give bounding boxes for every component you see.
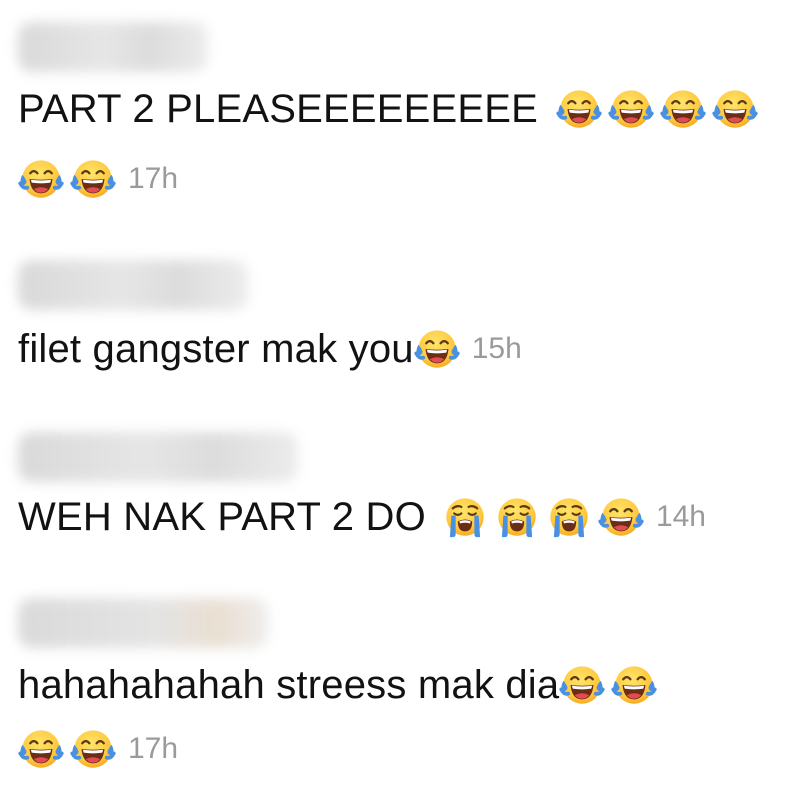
comment-text-line: PART 2 PLEASEEEEEEEEE [18, 86, 758, 132]
laughing-tears-emoji-icon [18, 726, 64, 772]
laughing-tears-emoji-icon [559, 662, 605, 708]
comment-timestamp: 15h [471, 332, 522, 365]
comment-text-line: filet gangster mak you 15h [18, 326, 522, 372]
comment-text: filet gangster mak you [18, 326, 414, 371]
laughing-tears-emoji-icon [712, 86, 758, 132]
comment-text-line: hahahahahah streess mak dia [18, 662, 657, 708]
laughing-tears-emoji-icon [18, 156, 64, 202]
laughing-tears-emoji-icon [70, 156, 116, 202]
laughing-tears-emoji-icon [660, 86, 706, 132]
comment-text-line: 17h [18, 726, 178, 772]
username-blurred[interactable] [18, 260, 248, 310]
username-blurred[interactable] [18, 22, 208, 72]
loudly-crying-emoji-icon [442, 494, 488, 540]
laughing-tears-emoji-icon [611, 662, 657, 708]
loudly-crying-emoji-icon [546, 494, 592, 540]
laughing-tears-emoji-icon [608, 86, 654, 132]
comment-timestamp: 17h [128, 162, 179, 195]
comment-timestamp: 14h [655, 500, 706, 533]
laughing-tears-emoji-icon [414, 326, 460, 372]
comment-text: WEH NAK PART 2 DO [18, 494, 426, 539]
comment-timestamp: 17h [128, 732, 179, 765]
username-blurred[interactable] [18, 598, 268, 648]
laughing-tears-emoji-icon [556, 86, 602, 132]
comment-text: hahahahahah streess mak dia [18, 662, 560, 707]
laughing-tears-emoji-icon [598, 494, 644, 540]
laughing-tears-emoji-icon [70, 726, 116, 772]
username-blurred[interactable] [18, 432, 298, 482]
comment-text: PART 2 PLEASEEEEEEEEE [18, 86, 539, 131]
comment-text-line: 17h [18, 156, 178, 202]
loudly-crying-emoji-icon [494, 494, 540, 540]
comment-text-line: WEH NAK PART 2 DO 14h [18, 494, 706, 540]
